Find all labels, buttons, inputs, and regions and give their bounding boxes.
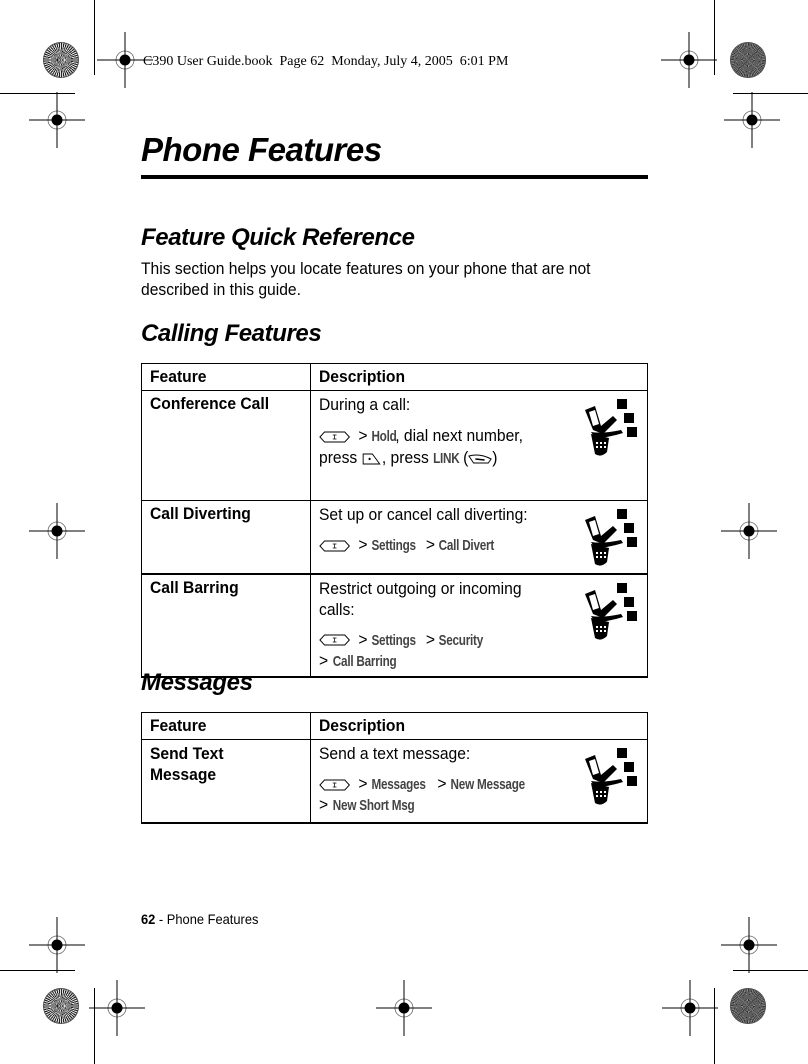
menu-item-call-divert: Call Divert (438, 537, 495, 554)
feature-name: Call Barring (141, 573, 311, 677)
network-feature-icon (585, 748, 637, 805)
send-key-icon (362, 453, 381, 465)
menu-item-settings: Settings (371, 537, 416, 554)
footer-section: Phone Features (166, 911, 259, 927)
page-title: Phone Features (141, 131, 382, 168)
calling-features-heading: Calling Features (141, 320, 322, 347)
description-lead: Send a text message: (319, 744, 471, 763)
description-lead: Restrict outgoing or incoming calls: (319, 578, 522, 619)
menu-item-settings: Settings (371, 631, 416, 649)
title-rule (141, 175, 648, 179)
crop-mark (733, 93, 808, 94)
table-row: Send Text Message Send a text message: >… (141, 739, 648, 823)
feature-name: Call Diverting (141, 500, 311, 575)
menu-path-continued: press , press LINK () (319, 448, 498, 467)
menu-item-security: Security (438, 631, 484, 649)
registration-target-icon (89, 980, 145, 1036)
menu-path: > Messages > New Message (319, 774, 613, 795)
print-slug: C390 User Guide.book Page 62 Monday, Jul… (143, 54, 509, 69)
menu-key-icon (319, 431, 351, 443)
registration-target-icon (97, 32, 153, 88)
table-header-row: Feature Description (141, 712, 648, 740)
table-header-row: Feature Description (141, 363, 648, 391)
feature-description: Send a text message: > Messages > New Mess… (310, 739, 648, 823)
crop-mark (94, 988, 95, 1064)
table-row: Conference Call During a call: > Hold, di… (141, 390, 648, 501)
menu-path-continued: > Call Barring (319, 650, 397, 670)
registration-starburst-icon (43, 42, 79, 78)
soft-key-link: LINK (433, 450, 460, 467)
feature-description: During a call: > Hold, dial next number, … (310, 390, 648, 501)
registration-starburst-icon (730, 988, 766, 1024)
registration-target-icon (376, 980, 432, 1036)
menu-key-icon (319, 634, 351, 646)
registration-target-icon (29, 503, 85, 559)
menu-item-messages: Messages (371, 776, 426, 793)
network-feature-icon (585, 399, 637, 456)
menu-path: > Hold, dial next number, (319, 425, 613, 447)
menu-item-call-barring: Call Barring (332, 652, 397, 670)
crop-mark (714, 988, 715, 1064)
description-lead: Set up or cancel call diverting: (319, 505, 528, 524)
right-soft-key-icon (468, 454, 492, 464)
registration-target-icon (721, 917, 777, 973)
column-header-description: Description (310, 363, 648, 391)
registration-target-icon (29, 917, 85, 973)
crop-mark (0, 93, 75, 94)
feature-description: Restrict outgoing or incoming calls: > Se… (310, 573, 648, 677)
menu-key-icon (319, 540, 351, 552)
registration-starburst-icon (43, 988, 79, 1024)
page-number: 62 (141, 911, 156, 927)
table-row: Call Barring Restrict outgoing or incomi… (141, 573, 648, 677)
registration-target-icon (29, 92, 85, 148)
menu-path: > Settings > Security (319, 630, 613, 651)
feature-name: Send Text Message (141, 739, 311, 823)
menu-path-continued: > New Short Msg (319, 795, 415, 814)
registration-target-icon (724, 92, 780, 148)
page-footer: 62 - Phone Features (141, 911, 259, 927)
registration-target-icon (661, 32, 717, 88)
calling-features-table: Feature Description Conference Call Duri… (141, 363, 648, 678)
section-intro: This section helps you locate features o… (141, 259, 591, 299)
messages-table: Feature Description Send Text Message Se… (141, 712, 648, 824)
menu-key-icon (319, 779, 351, 791)
column-header-feature: Feature (141, 363, 311, 391)
network-feature-icon (585, 582, 637, 640)
registration-target-icon (721, 503, 777, 559)
crop-mark (714, 0, 715, 75)
column-header-feature: Feature (141, 712, 311, 740)
registration-starburst-icon (730, 42, 766, 78)
crop-mark (0, 970, 75, 971)
menu-item-new-short-msg: New Short Msg (332, 797, 415, 814)
feature-name: Conference Call (141, 390, 311, 501)
messages-heading: Messages (141, 669, 253, 696)
menu-item-new-message: New Message (450, 776, 525, 793)
menu-item-hold: Hold (371, 428, 397, 445)
column-header-description: Description (310, 712, 648, 740)
menu-path: > Settings > Call Divert (319, 535, 613, 556)
registration-target-icon (662, 980, 718, 1036)
crop-mark (733, 970, 808, 971)
feature-description: Set up or cancel call diverting: > Settin… (310, 500, 648, 575)
crop-mark (94, 0, 95, 75)
description-lead: During a call: (319, 395, 411, 414)
section-title: Feature Quick Reference (141, 224, 415, 251)
network-feature-icon (585, 509, 637, 566)
table-row: Call Diverting Set up or cancel call div… (141, 500, 648, 575)
